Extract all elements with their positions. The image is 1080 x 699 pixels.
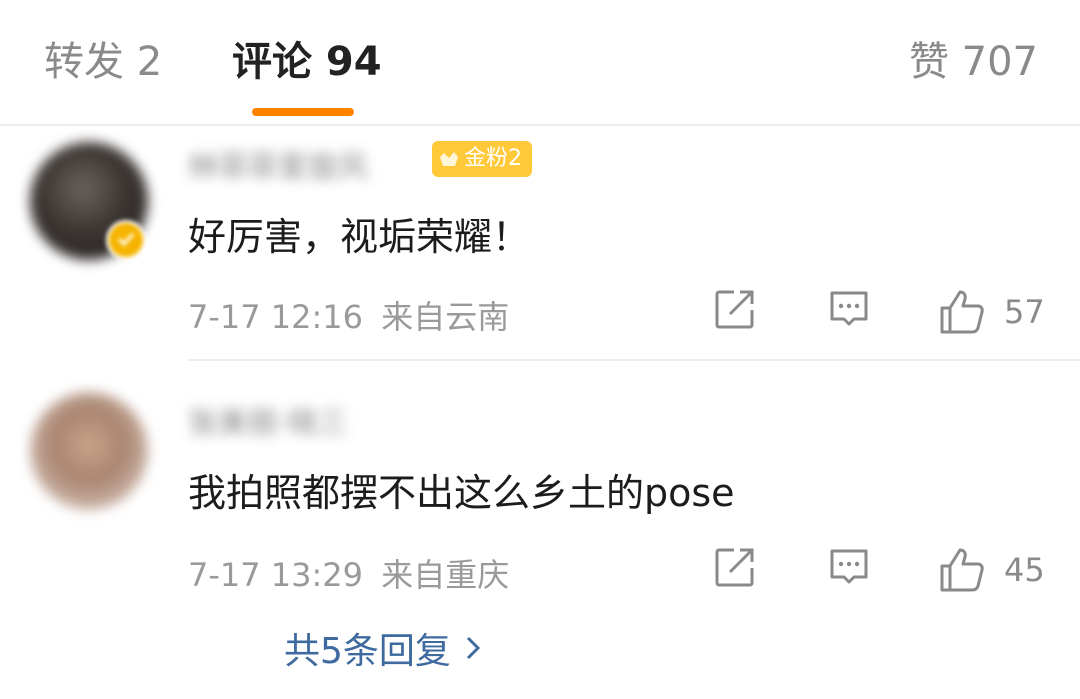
view-replies-label: 共5条回复 (284, 631, 451, 672)
view-replies-link[interactable]: 共5条回复 (284, 622, 481, 674)
comment-text: 我拍照都摆不出这么乡土的pose (188, 471, 735, 515)
tab-repost[interactable]: 转发 2 (44, 36, 162, 88)
fan-badge: 金粉2 (432, 141, 532, 177)
username[interactable]: 张美丽·晓三 (188, 398, 348, 442)
comment-location: 来自云南 (381, 298, 510, 336)
tab-like[interactable]: 赞 707 (909, 36, 1038, 88)
thumbs-up-icon (940, 548, 984, 592)
verified-icon (106, 220, 146, 260)
tab-comment[interactable]: 评论 94 (232, 36, 382, 88)
comment-icon (830, 291, 868, 326)
thumbs-up-icon (940, 290, 984, 334)
reply-button[interactable] (828, 288, 870, 330)
share-button[interactable] (714, 546, 756, 588)
like-count: 45 (1004, 551, 1045, 589)
active-tab-indicator (252, 108, 354, 116)
comment-time: 7-17 12:16 (188, 298, 364, 336)
share-icon (715, 548, 754, 587)
comment-meta: 7-17 12:16 来自云南 (188, 292, 517, 338)
comment-text: 好厉害，视垢荣耀！ (188, 215, 531, 259)
chevron-right-icon (466, 636, 481, 660)
avatar[interactable] (30, 392, 148, 510)
like-count: 57 (1004, 293, 1045, 331)
comment-divider (188, 359, 1080, 361)
comment-meta: 7-17 13:29 来自重庆 (188, 550, 517, 596)
share-button[interactable] (714, 288, 756, 330)
reply-button[interactable] (828, 546, 870, 588)
comment-location: 来自重庆 (381, 556, 510, 594)
like-button[interactable]: 45 (938, 546, 1045, 594)
comment-time: 7-17 13:29 (188, 556, 364, 594)
comment-item: 张美丽·晓三 我拍照都摆不出这么乡土的pose 7-17 13:29 来自重庆 … (0, 362, 1080, 699)
tab-bar: 转发 2 评论 94 赞 707 (0, 0, 1080, 126)
share-icon (715, 290, 754, 329)
crown-icon (440, 152, 458, 166)
username[interactable]: 林菲菲爱旋风 (188, 142, 368, 186)
comment-icon (830, 549, 868, 584)
like-button[interactable]: 57 (938, 288, 1045, 336)
fan-badge-label: 金粉2 (464, 146, 522, 171)
comment-item: 林菲菲爱旋风 金粉2 好厉害，视垢荣耀！ 7-17 12:16 来自云南 57 (0, 128, 1080, 360)
